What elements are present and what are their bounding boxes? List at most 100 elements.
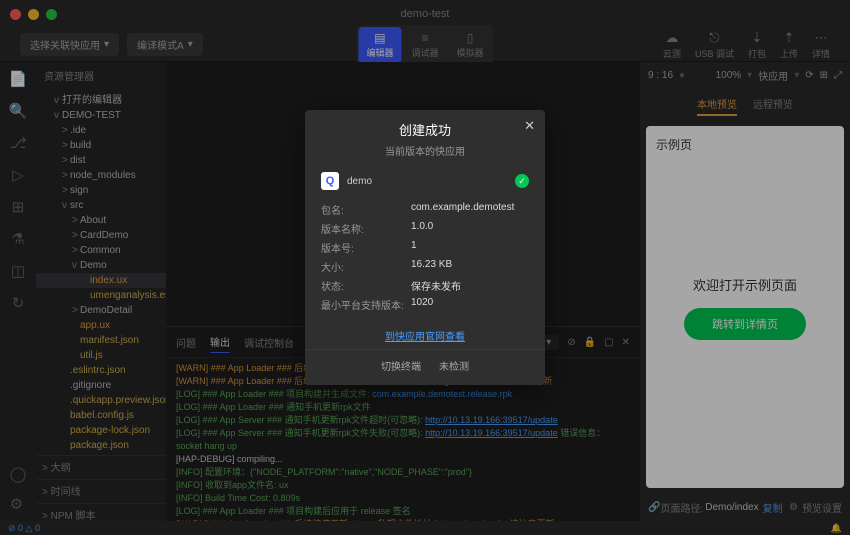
route-label: 页面路径: [660, 500, 703, 515]
file-tree-item[interactable]: >node_modules [36, 168, 166, 183]
more-icon: ⋯ [812, 30, 830, 46]
tab-output[interactable]: 输出 [210, 331, 230, 353]
tab-simulator[interactable]: ▯模拟器 [449, 27, 492, 63]
window-title: demo-test [401, 8, 450, 20]
layers-icon[interactable]: ◫ [11, 262, 25, 280]
chevron-down-icon: ▾ [104, 39, 109, 50]
compile-mode-select[interactable]: 编译模式A ▾ [127, 33, 203, 56]
maximize-icon[interactable] [46, 9, 57, 20]
tab-debug-console[interactable]: 调试控制台 [244, 332, 294, 353]
sidebar-section[interactable]: > 大纲 [36, 455, 166, 477]
file-tree-item[interactable]: >Common [36, 243, 166, 258]
project-root[interactable]: vDEMO-TEST [36, 108, 166, 123]
tab-editor[interactable]: ▤编辑器 [358, 27, 401, 63]
zoom-level[interactable]: 100% [716, 70, 742, 81]
file-tree-item[interactable]: umenganalysis.es.min.js [36, 288, 166, 303]
switch-terminal-button[interactable]: 切换终端 [381, 358, 421, 373]
file-tree-item[interactable]: >build [36, 138, 166, 153]
open-editors-section[interactable]: v打开的编辑器 [36, 89, 166, 108]
file-tree-item[interactable]: .eslintrc.json [36, 363, 166, 378]
file-tree-item[interactable]: util.js [36, 348, 166, 363]
file-tree-item[interactable]: app.ux [36, 318, 166, 333]
preview-time: 9 : 16 [648, 70, 673, 81]
package-icon: ⇣ [748, 30, 766, 46]
usb-icon: ⎋ [695, 30, 734, 46]
file-tree-item[interactable]: .quickapp.preview.json [36, 393, 166, 408]
clear-icon[interactable]: ⊘ [567, 337, 575, 348]
device-select[interactable]: 快应用 [758, 68, 788, 83]
usb-debug-button[interactable]: ⎋USB 调试 [695, 30, 734, 60]
lock-icon[interactable]: 🔒 [584, 337, 596, 348]
file-tree-item[interactable]: >DemoDetail [36, 303, 166, 318]
traffic-lights [10, 9, 57, 20]
tab-problems[interactable]: 问题 [176, 332, 196, 353]
details-button[interactable]: ⋯详情 [812, 30, 830, 60]
preview-settings[interactable]: 预览设置 [802, 500, 842, 515]
build-success-dialog: 创建成功 ✕ 当前版本的快应用 Q demo ✓ 包名:com.example.… [305, 110, 545, 385]
file-tree-item[interactable]: vsrc [36, 198, 166, 213]
search-icon[interactable]: 🔍 [9, 102, 28, 120]
file-tree-item[interactable]: >dist [36, 153, 166, 168]
maximize-panel-icon[interactable]: ▢ [604, 337, 613, 348]
upload-button[interactable]: ⇡上传 [780, 30, 798, 60]
sidebar-section[interactable]: > NPM 脚本 [36, 503, 166, 521]
info-row: 包名:com.example.demotest [321, 200, 529, 219]
tab-remote-preview[interactable]: 远程预览 [753, 93, 793, 116]
sidebar-section[interactable]: > 时间线 [36, 479, 166, 501]
package-button[interactable]: ⇣打包 [748, 30, 766, 60]
statusbar: ⊘ 0 △ 0 🔔 [0, 521, 850, 535]
chevron-down-icon: ▾ [188, 39, 193, 50]
gear-icon[interactable]: ⚙ [10, 495, 27, 513]
file-tree-item[interactable]: index.ux [36, 273, 166, 288]
file-tree-item[interactable]: package-lock.json [36, 423, 166, 438]
file-tree-item[interactable]: >.ide [36, 123, 166, 138]
app-icon: Q [321, 172, 339, 190]
activity-bar: 📄 🔍 ⎇ ▷ ⊞ ⚗ ◫ ↻ ◯ ⚙ [0, 62, 36, 521]
close-dialog-button[interactable]: ✕ [524, 118, 535, 134]
file-tree-item[interactable]: >CardDemo [36, 228, 166, 243]
source-control-icon[interactable]: ⎇ [9, 134, 26, 152]
tab-debugger[interactable]: ≡调试器 [403, 27, 446, 63]
extensions-icon[interactable]: ⊞ [12, 198, 25, 216]
expand-icon[interactable]: ⤢ [834, 70, 842, 81]
minimize-icon[interactable] [28, 9, 39, 20]
simulator-icon: ▯ [457, 31, 484, 45]
not-detected-button[interactable]: 未检测 [439, 358, 469, 373]
open-website-link[interactable]: 到快应用官网查看 [385, 332, 465, 343]
preview-canvas: 示例页 欢迎打开示例页面 跳转到详情页 [646, 126, 844, 488]
debugger-icon: ≡ [411, 31, 438, 45]
editor-icon: ▤ [366, 31, 393, 45]
tab-local-preview[interactable]: 本地预览 [697, 93, 737, 116]
file-tree-item[interactable]: manifest.json [36, 333, 166, 348]
refresh-icon[interactable]: ↻ [12, 294, 25, 312]
grid-icon[interactable]: ⊞ [820, 70, 828, 81]
explorer-header: 资源管理器 [36, 62, 166, 89]
preview-welcome-text: 欢迎打开示例页面 [693, 275, 797, 294]
mode-tabs: ▤编辑器 ≡调试器 ▯模拟器 [356, 25, 493, 65]
notifications-icon[interactable]: 🔔 [831, 523, 842, 534]
close-panel-icon[interactable]: ✕ [622, 337, 630, 348]
account-icon[interactable]: ◯ [10, 465, 27, 483]
navigate-detail-button[interactable]: 跳转到详情页 [684, 308, 806, 340]
test-icon[interactable]: ⚗ [11, 230, 24, 248]
cloud-test-button[interactable]: ☁云测 [663, 30, 681, 60]
file-tree-item[interactable]: babel.config.js [36, 408, 166, 423]
copy-route[interactable]: 复制 [763, 500, 783, 515]
info-row: 大小:16.23 KB [321, 257, 529, 276]
refresh-preview-icon[interactable]: ⟳ [805, 70, 813, 81]
debug-icon[interactable]: ▷ [12, 166, 24, 184]
select-associated-app[interactable]: 选择关联快应用 ▾ [20, 33, 119, 56]
file-tree-item[interactable]: .gitignore [36, 378, 166, 393]
explorer-icon[interactable]: 📄 [9, 70, 28, 88]
info-row: 版本号:1 [321, 238, 529, 257]
file-tree-item[interactable]: vDemo [36, 258, 166, 273]
file-tree-item[interactable]: >sign [36, 183, 166, 198]
file-tree-item[interactable]: >About [36, 213, 166, 228]
status-errors[interactable]: ⊘ 0 △ 0 [8, 523, 40, 534]
close-icon[interactable] [10, 9, 21, 20]
preview-panel: 9 : 16 ● 100% ▾ 快应用 ▾ ⟳ ⊞ ⤢ 本地预览 远程预览 示例… [640, 62, 850, 521]
info-row: 版本名称:1.0.0 [321, 219, 529, 238]
file-tree-item[interactable]: package.json [36, 438, 166, 453]
dialog-title: 创建成功 [399, 123, 451, 138]
upload-icon: ⇡ [780, 30, 798, 46]
